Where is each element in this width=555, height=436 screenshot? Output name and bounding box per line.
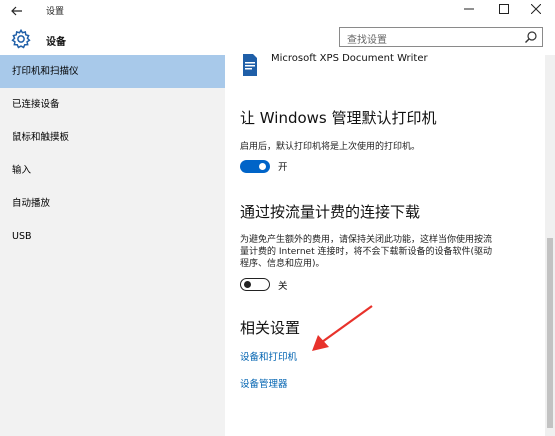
- sidebar-item-printers-scanners[interactable]: 打印机和扫描仪: [0, 55, 225, 88]
- close-button[interactable]: [520, 0, 552, 22]
- device-manager-link[interactable]: 设备管理器: [240, 376, 288, 390]
- printer-name: Microsoft XPS Document Writer: [271, 53, 428, 64]
- description-line: 量计费的 Internet 连接时，将不会下载新设备的设备软件(驱动: [240, 247, 492, 257]
- arrow-left-icon: [11, 6, 22, 16]
- document-printer-icon: [243, 54, 257, 76]
- sidebar-item-label: 打印机和扫描仪: [12, 66, 79, 77]
- maximize-icon: [499, 4, 509, 14]
- sidebar: 打印机和扫描仪 已连接设备 鼠标和触摸板 输入 自动播放 USB: [0, 55, 225, 436]
- sidebar-item-typing[interactable]: 输入: [0, 154, 225, 187]
- default-printer-toggle[interactable]: [240, 160, 270, 173]
- metered-download-heading: 通过按流量计费的连接下载: [240, 203, 421, 221]
- sidebar-item-usb[interactable]: USB: [0, 220, 225, 253]
- back-button[interactable]: [6, 2, 28, 20]
- sidebar-item-label: USB: [12, 231, 32, 242]
- toggle-knob: [259, 163, 266, 170]
- devices-and-printers-link[interactable]: 设备和打印机: [240, 349, 297, 363]
- description-line: 程序、信息和应用)。: [240, 259, 325, 269]
- sidebar-item-label: 鼠标和触摸板: [12, 132, 70, 143]
- sidebar-item-label: 输入: [12, 165, 32, 176]
- main-content: Microsoft XPS Document Writer 让 Windows …: [225, 53, 545, 436]
- sidebar-item-mouse-touchpad[interactable]: 鼠标和触摸板: [0, 121, 225, 154]
- maximize-button[interactable]: [488, 0, 520, 22]
- settings-window: 设置 设备 查找设置 打印机和扫描仪 已连接设备 鼠标和触摸板 输入 自动播放 …: [0, 0, 555, 436]
- sidebar-item-autoplay[interactable]: 自动播放: [0, 187, 225, 220]
- minimize-button[interactable]: [453, 0, 485, 22]
- scroll-thumb[interactable]: [547, 238, 553, 428]
- window-title: 设置: [46, 7, 65, 17]
- vertical-scrollbar[interactable]: [545, 55, 555, 436]
- gear-icon: [11, 28, 31, 49]
- default-printer-description: 启用后，默认打印机将是上次使用的打印机。: [240, 142, 421, 152]
- sidebar-item-label: 已连接设备: [12, 99, 60, 110]
- search-icon[interactable]: [524, 30, 538, 44]
- page-title: 设备: [46, 37, 66, 48]
- default-printer-heading: 让 Windows 管理默认打印机: [240, 109, 437, 127]
- minimize-icon: [464, 8, 474, 10]
- default-printer-toggle-label: 开: [278, 162, 288, 173]
- close-icon: [530, 3, 542, 15]
- title-bar: 设置: [0, 0, 555, 22]
- related-settings-heading: 相关设置: [240, 319, 301, 337]
- metered-download-toggle[interactable]: [240, 278, 270, 291]
- toggle-knob: [244, 280, 251, 288]
- metered-download-description: 为避免产生额外的费用，请保持关闭此功能，这样当你使用按流 量计费的 Intern…: [240, 234, 540, 270]
- sidebar-item-connected-devices[interactable]: 已连接设备: [0, 88, 225, 121]
- search-placeholder: 查找设置: [347, 35, 387, 46]
- description-line: 为避免产生额外的费用，请保持关闭此功能，这样当你使用按流: [240, 235, 493, 245]
- sidebar-item-label: 自动播放: [12, 198, 51, 209]
- search-input[interactable]: 查找设置: [339, 27, 543, 47]
- metered-download-toggle-label: 关: [278, 281, 288, 292]
